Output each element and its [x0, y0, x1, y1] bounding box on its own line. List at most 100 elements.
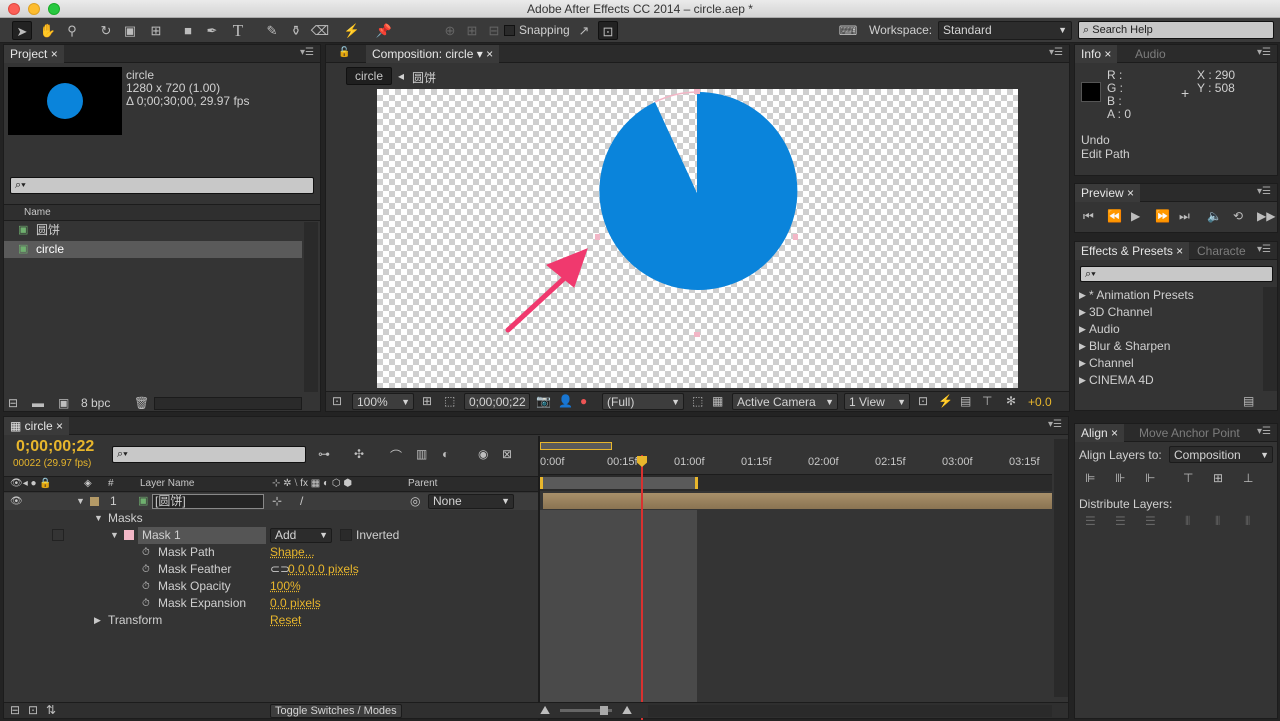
project-scrollbar[interactable] — [304, 222, 318, 392]
mask-name-field[interactable]: Mask 1 — [138, 527, 266, 544]
clone-stamp-tool-icon[interactable]: ⚱ — [286, 21, 306, 40]
rotate-tool-icon[interactable]: ↻ — [96, 21, 116, 40]
panel-menu-icon[interactable]: ▾☰ — [1257, 244, 1271, 255]
breadcrumb[interactable]: circle — [346, 67, 393, 85]
label-color-swatch[interactable] — [90, 497, 99, 506]
hand-tool-icon[interactable]: ✋ — [38, 21, 58, 40]
channel-icon[interactable]: ● — [580, 394, 587, 408]
zoom-out-icon[interactable]: ⛰ — [540, 703, 550, 718]
reset-exposure-icon[interactable]: ✻ — [1006, 394, 1016, 408]
tab-align[interactable]: Align × — [1075, 424, 1125, 442]
current-time-display[interactable]: 0;00;00;22 — [464, 393, 530, 410]
transparency-grid-icon[interactable]: ▦ — [712, 394, 723, 408]
layer-name-field[interactable]: [圆饼] — [152, 494, 264, 509]
chevron-right-icon[interactable]: ▶ — [1079, 287, 1086, 304]
bpc-label[interactable]: 8 bpc — [81, 396, 110, 410]
interpret-footage-icon[interactable]: ⊟ — [8, 396, 18, 410]
views-select[interactable]: 1 View ▼ — [844, 393, 910, 410]
in-out-icon[interactable]: ⇅ — [46, 703, 56, 717]
resolution-select[interactable]: (Full) ▼ — [602, 393, 684, 410]
inverted-checkbox[interactable] — [340, 529, 352, 541]
stopwatch-icon[interactable]: ⏱ — [142, 595, 150, 612]
distribute-right-icon[interactable]: ⦀ — [1245, 514, 1250, 529]
snap-feature-icon[interactable]: ↗ — [574, 21, 594, 40]
distribute-left-icon[interactable]: ⦀ — [1185, 514, 1190, 529]
mask-color-swatch[interactable] — [124, 530, 134, 540]
eraser-tool-icon[interactable]: ⌫ — [310, 21, 330, 40]
collapse-switch-icon[interactable]: ⊹ — [272, 493, 282, 510]
text-tool-icon[interactable]: T — [228, 21, 248, 40]
rectangle-tool-icon[interactable]: ■ — [178, 21, 198, 40]
workspace-select[interactable]: Standard ▼ — [938, 21, 1072, 40]
navigator-handle[interactable] — [540, 477, 698, 489]
masks-group-row[interactable]: ▼ Masks — [4, 510, 538, 527]
layer-duration-bar[interactable] — [543, 493, 1052, 509]
mask-property-value[interactable]: Shape... — [270, 544, 315, 561]
chevron-right-icon[interactable]: ▶ — [94, 612, 101, 629]
mask-visibility-icon[interactable]: ⬚ — [444, 394, 455, 408]
chevron-down-icon[interactable]: ▼ — [76, 493, 85, 510]
chevron-right-icon[interactable]: ▶ — [1079, 372, 1086, 389]
audio-icon[interactable]: 🔈 — [1207, 209, 1222, 223]
camera-tool-icon[interactable]: ▣ — [120, 21, 140, 40]
pick-whip-icon[interactable]: ◎ — [410, 493, 420, 510]
zoom-tool-icon[interactable]: ⚲ — [62, 21, 82, 40]
previous-frame-icon[interactable]: ⏪ — [1107, 209, 1122, 223]
snapping-checkbox[interactable] — [504, 25, 515, 36]
tab-move-anchor-point[interactable]: Move Anchor Point — [1133, 424, 1246, 442]
motion-blur-icon[interactable]: ◐ — [442, 447, 449, 461]
align-right-icon[interactable]: ⊩ — [1145, 471, 1155, 485]
play-icon[interactable]: ▶ — [1131, 209, 1140, 223]
ram-preview-icon[interactable]: ▶▶ — [1257, 209, 1275, 223]
panel-menu-icon[interactable]: ▾☰ — [1257, 186, 1271, 197]
toggle-pixel-aspect-icon[interactable]: ⊡ — [918, 394, 928, 408]
stopwatch-icon[interactable]: ⏱ — [142, 578, 150, 595]
pan-behind-tool-icon[interactable]: ⊞ — [146, 21, 166, 40]
camera-select[interactable]: Active Camera ▼ — [732, 393, 838, 410]
time-ruler[interactable]: 0:00f 00:15f 01:00f 01:15f 02:00f 02:15f 03:00… — [540, 453, 1052, 475]
pie-shape[interactable] — [599, 91, 798, 290]
first-frame-icon[interactable]: ⏮ — [1083, 209, 1094, 224]
stopwatch-icon[interactable]: ⏱ — [142, 561, 150, 578]
panel-menu-icon[interactable]: ▾☰ — [1257, 47, 1271, 58]
mask-mode-select[interactable]: Add ▼ — [270, 528, 332, 543]
work-area-handle[interactable] — [540, 442, 612, 450]
chevron-right-icon[interactable]: ▶ — [1079, 321, 1086, 338]
mask-vertex-top[interactable] — [694, 89, 700, 94]
toggle-switches-modes-button[interactable]: Toggle Switches / Modes — [270, 704, 402, 718]
chevron-down-icon[interactable]: ▼ — [110, 527, 119, 544]
effects-scrollbar[interactable] — [1263, 287, 1277, 391]
align-bottom-icon[interactable]: ⊥ — [1243, 471, 1253, 485]
layer-row[interactable]: 👁 ▼ 1 ▣ [圆饼] ⊹ / ◎ None ▼ — [4, 493, 538, 510]
roto-brush-tool-icon[interactable]: ⚡ — [342, 21, 362, 40]
mask1-row[interactable]: ▼ Mask 1 Add ▼ Inverted — [4, 527, 538, 544]
search-help-input[interactable]: ⌕ Search Help — [1078, 21, 1274, 39]
timeline-current-time[interactable]: 0;00;00;22 — [16, 438, 94, 456]
mask-property-row[interactable]: ⏱ Mask Expansion 0.0 pixels — [4, 595, 538, 612]
frame-blending-icon[interactable]: ▥ — [416, 447, 427, 461]
lock-icon[interactable]: 🔓 — [338, 47, 350, 58]
effects-search-input[interactable]: ⌕▾ — [1080, 266, 1273, 282]
tab-composition[interactable]: Composition: circle ▾ × — [366, 45, 500, 63]
mask-property-row[interactable]: ⏱ Mask Path Shape... — [4, 544, 538, 561]
tab-info[interactable]: Info × — [1075, 45, 1118, 63]
selection-tool-icon[interactable]: ➤ — [12, 21, 32, 40]
puppet-pin-tool-icon[interactable]: 📌 — [374, 21, 394, 40]
tab-character[interactable]: Characte — [1191, 242, 1252, 260]
new-folder-icon[interactable]: ▬ — [32, 396, 44, 410]
project-item-1[interactable]: ▣ 圆饼 — [4, 222, 302, 239]
draft-3d-icon[interactable]: ✣ — [354, 447, 364, 461]
maximize-window-button[interactable] — [48, 3, 60, 15]
pen-tool-icon[interactable]: ✒ — [202, 21, 222, 40]
tab-audio[interactable]: Audio — [1129, 45, 1172, 63]
hide-shy-layers-icon[interactable]: ⌒ — [390, 447, 402, 464]
close-window-button[interactable] — [8, 3, 20, 15]
graph-editor-icon[interactable]: ⊠ — [502, 447, 512, 461]
project-search-input[interactable]: ⌕▾ — [10, 177, 314, 194]
mask-property-value[interactable]: 0.0,0.0 pixels — [288, 561, 359, 578]
project-h-scrollbar[interactable] — [154, 397, 302, 410]
new-preset-icon[interactable]: ▤ — [1243, 394, 1254, 408]
effects-category[interactable]: ▶ Channel — [1075, 355, 1261, 372]
chevron-right-icon[interactable]: ▶ — [1079, 355, 1086, 372]
snapshot-icon[interactable]: 📷 — [536, 394, 551, 408]
